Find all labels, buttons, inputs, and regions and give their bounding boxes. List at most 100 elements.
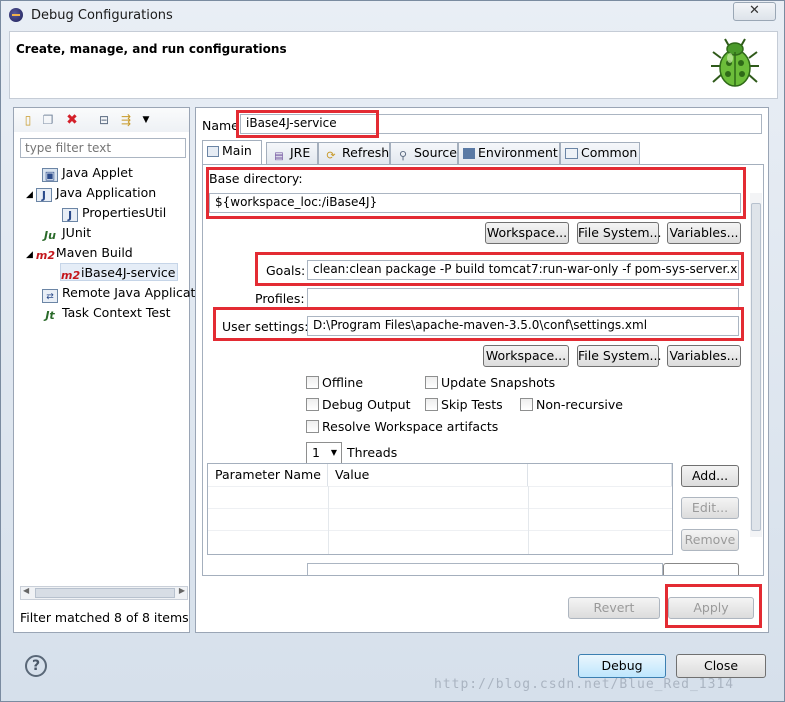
table-row[interactable] (208, 530, 672, 552)
workspace-button[interactable]: Workspace... (485, 222, 569, 244)
add-button[interactable]: Add... (681, 465, 739, 487)
tree-toolbar: ▯ ❐ ✖ ⊟ ⇶ ▼ (14, 108, 189, 132)
vertical-scrollbar[interactable] (750, 193, 762, 537)
filter-icon[interactable]: ⇶ (118, 112, 134, 128)
window-close-button[interactable]: ✕ (733, 2, 776, 21)
expand-triangle-icon[interactable]: ◢ (26, 190, 33, 200)
scroll-left-icon[interactable]: ◀ (23, 586, 29, 595)
collapse-all-icon[interactable]: ⊟ (96, 112, 112, 128)
checkbox-box (306, 420, 319, 433)
checkbox-label: Resolve Workspace artifacts (322, 419, 499, 434)
eclipse-icon (9, 8, 23, 22)
parameters-table: Parameter Name Value (207, 463, 673, 555)
table-row[interactable] (208, 486, 672, 508)
expand-triangle-icon[interactable]: ◢ (26, 250, 33, 260)
tree-item-maven-build[interactable]: ◢ m2Maven Build (26, 244, 133, 262)
checkbox-label: Debug Output (322, 397, 411, 412)
file-system-button-2[interactable]: File System... (577, 345, 661, 367)
tree-item-ibase4j-service[interactable]: m2iBase4J-service (60, 263, 179, 282)
filter-input[interactable] (20, 138, 186, 158)
file-system-button[interactable]: File System... (577, 222, 661, 244)
variables-button[interactable]: Variables... (667, 222, 741, 244)
tab-main[interactable]: Main (202, 140, 262, 164)
tree-item-java-applet[interactable]: ▣ Java Applet (42, 164, 133, 182)
tree-item-remote-java-application[interactable]: ⇄ Remote Java Applicat (42, 284, 195, 303)
tab-label: Main (222, 143, 252, 158)
profiles-field[interactable] (307, 288, 739, 308)
profiles-label: Profiles: (255, 291, 305, 306)
tree-item-propertiesutil[interactable]: J PropertiesUtil (62, 204, 166, 222)
scrollbar-thumb[interactable] (35, 588, 175, 598)
tab-source[interactable]: ⚲ Source (390, 142, 458, 164)
main-tab-icon (207, 146, 219, 157)
debug-bug-icon (711, 38, 759, 87)
threads-value: 1 (312, 445, 320, 460)
new-config-icon[interactable]: ▯ (20, 112, 36, 128)
highlight-box (213, 307, 744, 341)
horizontal-scrollbar[interactable]: ◀ ▶ (20, 586, 188, 600)
java-applet-icon: ▣ (42, 168, 58, 182)
column-header-value[interactable]: Value (328, 464, 528, 486)
chevron-down-icon: ▼ (330, 448, 337, 457)
tab-label: Environment (478, 145, 558, 160)
configuration-editor-panel: Name: iBase4J-service Main ▤ JRE ⟳ Refresh… (195, 107, 769, 633)
edit-button[interactable]: Edit... (681, 497, 739, 519)
dialog-header: Create, manage, and run configurations (9, 31, 778, 99)
revert-button[interactable]: Revert (568, 597, 660, 619)
threads-select[interactable]: 1 ▼ (306, 442, 342, 464)
scrollbar-thumb[interactable] (751, 203, 761, 531)
resolve-workspace-checkbox[interactable]: Resolve Workspace artifacts (306, 419, 498, 434)
filter-status: Filter matched 8 of 8 items (20, 610, 189, 625)
common-icon (565, 148, 578, 159)
tree-item-junit[interactable]: Ju JUnit (42, 224, 91, 242)
tree-item-label: PropertiesUtil (82, 205, 167, 220)
partial-field (307, 563, 663, 575)
checkbox-label: Update Snapshots (441, 375, 556, 390)
highlight-box (236, 110, 379, 138)
tree-item-task-context-test[interactable]: Jt Task Context Test (42, 304, 170, 322)
tab-refresh[interactable]: ⟳ Refresh (318, 142, 390, 164)
variables-button-2[interactable]: Variables... (667, 345, 741, 367)
tab-label: Common (581, 145, 638, 160)
update-snapshots-checkbox[interactable]: Update Snapshots (425, 375, 555, 390)
watermark: http://blog.csdn.net/Blue_Red_1314 (434, 677, 735, 692)
main-tab-content: Base directory: ${workspace_loc:/iBase4J… (202, 164, 764, 576)
tree-item-label: Java Applet (62, 165, 133, 180)
skip-tests-checkbox[interactable]: Skip Tests (425, 397, 503, 412)
partial-button (663, 563, 739, 575)
highlight-box (665, 584, 762, 628)
scroll-right-icon[interactable]: ▶ (179, 586, 185, 595)
checkbox-box (520, 398, 533, 411)
non-recursive-checkbox[interactable]: Non-recursive (520, 397, 623, 412)
window-title: Debug Configurations (31, 8, 173, 23)
debug-button[interactable]: Debug (578, 654, 666, 678)
tree-item-label: Java Application (55, 185, 157, 200)
checkbox-label: Non-recursive (536, 397, 623, 412)
table-row[interactable] (208, 508, 672, 530)
tab-label: JRE (290, 145, 311, 160)
threads-label: Threads (347, 445, 398, 460)
chevron-down-icon[interactable]: ▼ (138, 112, 154, 128)
workspace-button-2[interactable]: Workspace... (483, 345, 569, 367)
duplicate-icon[interactable]: ❐ (40, 112, 56, 128)
source-icon: ⚲ (398, 149, 408, 162)
checkbox-label: Offline (322, 375, 364, 390)
column-header-parameter-name[interactable]: Parameter Name (208, 464, 328, 486)
remove-button[interactable]: Remove (681, 529, 739, 551)
delete-icon[interactable]: ✖ (64, 112, 80, 128)
environment-icon (463, 148, 475, 159)
checkbox-box (306, 398, 319, 411)
debug-output-checkbox[interactable]: Debug Output (306, 397, 411, 412)
m2-icon: m2 (35, 249, 56, 262)
offline-checkbox[interactable]: Offline (306, 375, 363, 390)
tab-jre[interactable]: ▤ JRE (266, 142, 318, 164)
tree-item-java-application[interactable]: ◢ J Java Application (26, 184, 156, 202)
column-header-empty (528, 464, 672, 486)
checkbox-box (425, 376, 438, 389)
title-bar: Debug Configurations ✕ (1, 1, 784, 31)
tab-environment[interactable]: Environment (458, 142, 560, 164)
help-icon[interactable]: ? (25, 655, 47, 677)
tab-common[interactable]: Common (560, 142, 640, 164)
close-button[interactable]: Close (676, 654, 766, 678)
column-divider (528, 486, 529, 554)
